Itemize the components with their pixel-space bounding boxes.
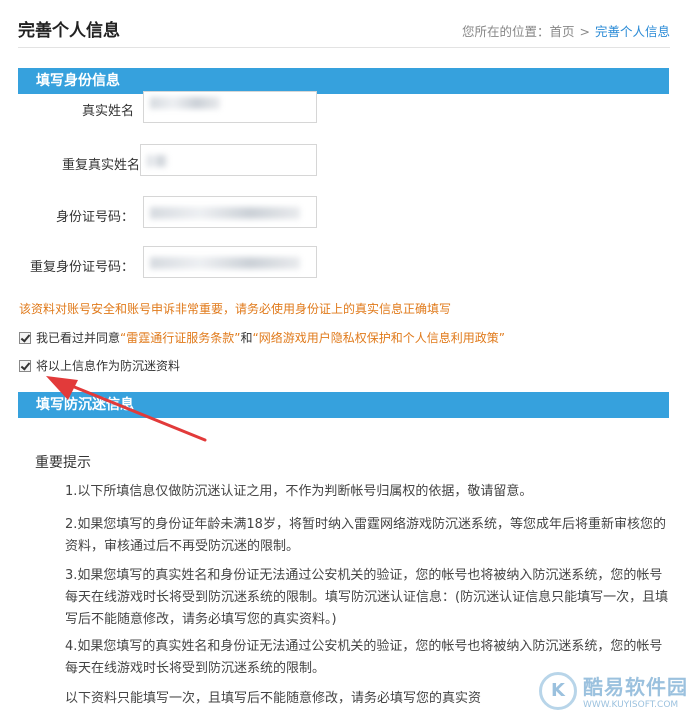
anti-addiction-checkbox[interactable] bbox=[19, 359, 31, 372]
watermark-cn: 酷易软件园 bbox=[583, 675, 688, 699]
anti-addiction-row: 将以上信息作为防沉迷资料 bbox=[19, 357, 180, 374]
form-row-real-name: 真实姓名 bbox=[0, 91, 694, 125]
tip-item: 3.如果您填写的真实姓名和身份证无法通过公安机关的验证，您的帐号也将被纳入防沉迷… bbox=[65, 568, 669, 627]
form-row-repeat-id-number: 重复身份证号码： bbox=[0, 246, 694, 280]
anti-addiction-label: 将以上信息作为防沉迷资料 bbox=[36, 359, 181, 373]
agree-and: 和 bbox=[240, 331, 253, 345]
header-divider bbox=[18, 47, 670, 48]
id-number-label: 身份证号码： bbox=[55, 210, 134, 225]
agree-terms-checkbox[interactable] bbox=[19, 331, 31, 344]
id-warning-text: 该资料对账号安全和账号申诉非常重要，请务必使用身份证上的真实信息正确填写 bbox=[19, 302, 452, 316]
page-title: 完善个人信息 bbox=[18, 21, 120, 41]
form-row-id-number: 身份证号码： bbox=[0, 196, 694, 230]
id-number-input[interactable] bbox=[143, 196, 317, 228]
privacy-policy-link[interactable]: 网络游戏用户隐私权保护和个人信息利用政策 bbox=[259, 329, 499, 346]
breadcrumb-separator: > bbox=[579, 24, 590, 39]
terms-of-service-link[interactable]: 雷霆通行证服务条款 bbox=[126, 329, 234, 346]
tip-item: 1.以下所填信息仅做防沉迷认证之用，不作为判断帐号归属权的依据，敬请留意。 bbox=[65, 484, 533, 499]
tips-title: 重要提示 bbox=[35, 455, 91, 471]
site-watermark: K 酷易软件园 WWW.KUYISOFT.COM bbox=[539, 671, 688, 710]
form-row-repeat-real-name: 重复真实姓名 bbox=[0, 144, 694, 178]
watermark-en: WWW.KUYISOFT.COM bbox=[583, 700, 679, 710]
watermark-logo-icon: K bbox=[539, 671, 577, 710]
agree-prefix: 我已看过并同意 bbox=[36, 331, 121, 345]
repeat-id-number-label: 重复身份证号码： bbox=[29, 260, 134, 275]
repeat-real-name-label: 重复真实姓名 bbox=[61, 158, 140, 173]
real-name-input[interactable] bbox=[143, 91, 317, 123]
blurred-value bbox=[150, 207, 300, 219]
blurred-value bbox=[150, 97, 220, 109]
breadcrumb-prefix: 您所在的位置： bbox=[461, 24, 550, 39]
agree-terms-row: 我已看过并同意 “雷霆通行证服务条款” 和 “网络游戏用户隐私权保护和个人信息利用政策… bbox=[19, 329, 505, 346]
section-anti-addiction-header: 填写防沉迷信息 bbox=[18, 392, 669, 418]
tip-item: 2.如果您填写的身份证年龄未满18岁，将暂时纳入雷霆网络游戏防沉迷系统，等您成年… bbox=[65, 517, 666, 554]
agree-quote-close-2: ” bbox=[498, 330, 505, 345]
repeat-id-number-input[interactable] bbox=[143, 246, 317, 278]
real-name-label: 真实姓名 bbox=[81, 104, 134, 119]
breadcrumb-current: 完善个人信息 bbox=[594, 24, 670, 39]
breadcrumb-home-link[interactable]: 首页 bbox=[549, 24, 574, 39]
blurred-value bbox=[150, 257, 300, 269]
blurred-value bbox=[147, 155, 167, 167]
breadcrumb: 您所在的位置：首页 > 完善个人信息 bbox=[462, 21, 670, 40]
repeat-real-name-input[interactable] bbox=[140, 144, 317, 176]
